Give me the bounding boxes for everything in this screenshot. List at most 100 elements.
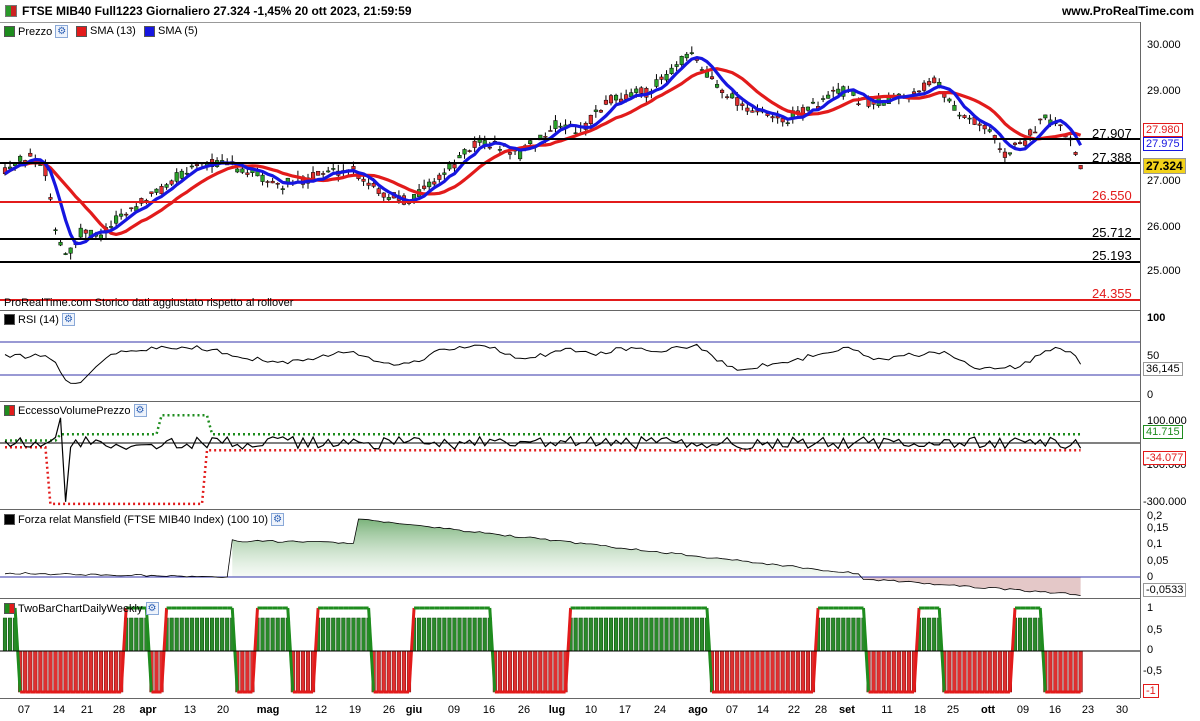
price-tick: 26.000 [1147,221,1181,233]
x-tick-label: mag [256,704,280,716]
twobar-bar [725,650,730,693]
evp-lower-tag: -34.077 [1143,451,1187,465]
x-axis[interactable]: 07 14 21 28 apr 13 20 mag 12 19 26 giu 09 16 26 lug 10 17… [0,698,1140,721]
x-tick-label: 19 [348,704,362,716]
candle-body [275,183,280,185]
twobar-bar [63,650,68,693]
x-tick-label: 12 [314,704,328,716]
legend-mansfield[interactable]: Forza relat Mansfield (FTSE MIB40 Index)… [4,513,285,526]
x-tick-label: ago [688,704,708,716]
twobar-bar [603,617,609,652]
candle-body [386,197,391,200]
candle-body [821,98,826,100]
twobar-bar [199,617,204,652]
candle-body [53,229,58,231]
candle-body [361,178,366,182]
twobar-bar [518,650,523,693]
twobar-bar [422,617,427,652]
x-tick-label: ott [980,704,996,716]
twobar-bar [134,617,139,652]
candle-body [977,123,982,126]
twobar-bar [775,650,780,693]
candle-body [639,87,644,94]
twobar-bar [548,650,553,693]
twobar-bar [225,617,230,652]
twobar-bar [109,650,114,693]
x-tick-label: 28 [814,704,828,716]
x-tick-label: 07 [17,704,31,716]
wrench-icon[interactable]: ⚙ [271,513,285,526]
legend-prezzo[interactable]: Prezzo ⚙ [4,25,69,38]
twobar-bar [507,650,513,693]
mansfield-tick: 0,15 [1147,522,1169,534]
mansfield-tick: 0,2 [1147,510,1163,522]
candle-body [911,91,917,94]
twobar-bar [997,650,1002,693]
twobar-bar [33,650,38,693]
candle-body [689,52,694,54]
candle-body [149,191,154,194]
twobar-bar [922,617,927,652]
wrench-icon[interactable]: ⚙ [61,313,75,326]
candle-body [497,149,502,151]
twobar-bar [881,650,886,693]
candle-body [1033,131,1038,134]
twobar-bar [583,617,588,652]
twobar-bar [654,617,659,652]
legend-sma13[interactable]: SMA (13) [76,25,136,37]
legend-evp[interactable]: EccessoVolumePrezzo ⚙ [4,404,147,417]
twobar-bar [215,617,220,652]
mansfield-tick: 0 [1147,571,1154,583]
candle-body [48,197,53,200]
candle-body [487,146,492,149]
x-tick-label: 10 [584,704,598,716]
candle-body [447,163,452,170]
twobar-bar [957,650,962,693]
twobar-bar [351,617,356,652]
candle-body [669,67,674,74]
x-tick-label: 26 [382,704,396,716]
twobar-bar [932,617,937,652]
twobar-bar [821,617,826,652]
x-tick-label: 09 [447,704,461,716]
twobar-bar [265,617,270,652]
evp-series [0,414,1140,506]
candle-body [664,74,669,81]
legend-rsi[interactable]: RSI (14) ⚙ [4,313,75,326]
wrench-icon[interactable]: ⚙ [133,404,147,417]
mansfield-positive-area [232,519,859,577]
candle-body [124,213,129,216]
twobar-bar [841,617,846,652]
twobar-bar [745,650,750,693]
twobar-bar [886,650,891,693]
legend-sma5-label: SMA (5) [158,25,198,37]
twobar-bar [88,650,93,693]
twobar-bar [952,650,957,693]
candle-body [159,186,164,195]
twobar-bar [720,650,725,693]
twobar-bar [800,650,805,693]
twobar-bar [396,650,401,693]
candle-body [810,101,816,104]
wrench-icon[interactable]: ⚙ [145,602,159,615]
twobar-bar [967,650,972,693]
twobar-bar [194,617,199,652]
twobar-bar [896,650,901,693]
twobar-bar [174,617,179,652]
legend-sma5[interactable]: SMA (5) [144,25,198,37]
candle-body [836,88,841,94]
candle-body [917,90,922,93]
wrench-icon[interactable]: ⚙ [55,25,69,38]
twobar-bar [28,650,33,693]
candle-body [427,181,432,188]
candle-body [684,53,689,59]
mansfield-swatch-icon [4,514,15,525]
candle-body [720,89,725,93]
candle-body [674,64,679,67]
candle-body [422,185,427,189]
candle-body [927,81,932,86]
chart-canvas[interactable] [0,0,1200,720]
twobar-bar [1063,650,1068,693]
legend-twobar[interactable]: TwoBarChartDailyWeekly ⚙ [4,602,159,615]
candle-body [321,173,326,175]
